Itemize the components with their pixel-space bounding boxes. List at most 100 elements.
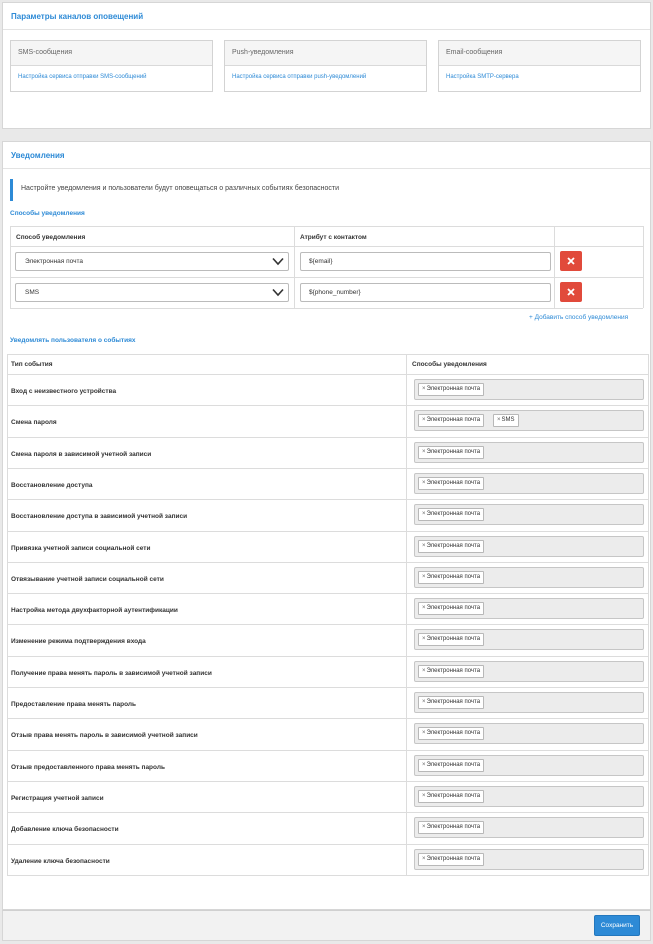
remove-tag-icon[interactable]: × [422, 605, 426, 611]
event-type-label: Получение права менять пароль в зависимо… [11, 669, 212, 677]
save-button[interactable]: Сохранить [594, 915, 640, 936]
remove-tag-icon[interactable]: × [422, 511, 426, 517]
event-methods-multiselect[interactable]: ×Электронная почта [414, 504, 644, 526]
method-tag[interactable]: ×Электронная почта [418, 602, 485, 616]
remove-tag-icon[interactable]: × [422, 574, 426, 580]
event-methods-multiselect[interactable]: ×Электронная почта [414, 535, 644, 557]
event-type-label: Смена пароля [11, 419, 57, 427]
method-select-email[interactable]: Электронная почта [15, 252, 289, 271]
method-select-value: SMS [25, 289, 40, 296]
method-tag-label: Электронная почта [426, 542, 481, 549]
method-tag[interactable]: ×Электронная почта [418, 383, 485, 396]
method-tag-label: Электронная почта [426, 479, 481, 486]
remove-tag-icon[interactable]: × [422, 480, 426, 486]
push-channel-card: Push-уведомления Настройка сервиса отпра… [224, 40, 427, 92]
method-tag-label: Электронная почта [426, 511, 481, 518]
channels-panel-header: Параметры каналов оповещений [3, 3, 650, 30]
method-tag[interactable]: ×Электронная почта [418, 664, 485, 678]
chevron-down-icon [272, 288, 284, 297]
method-tag[interactable]: ×Электронная почта [418, 633, 485, 647]
event-methods-multiselect[interactable]: ×Электронная почта [414, 598, 644, 620]
attr-input-sms[interactable]: ${phone_number} [300, 283, 551, 302]
table-row: Отвязывание учетной записи социальной се… [7, 561, 649, 593]
method-tag[interactable]: ×SMS [493, 414, 519, 428]
event-methods-multiselect[interactable]: ×Электронная почта [414, 629, 644, 651]
event-methods-multiselect[interactable]: ×Электронная почта [414, 785, 644, 807]
close-icon [567, 288, 575, 296]
remove-tag-icon[interactable]: × [422, 793, 426, 799]
event-methods-multiselect[interactable]: ×Электронная почта [414, 660, 644, 682]
remove-tag-icon[interactable]: × [422, 636, 426, 642]
method-tag[interactable]: ×Электронная почта [418, 508, 485, 522]
event-methods-multiselect[interactable]: ×Электронная почта [414, 472, 644, 494]
method-tag[interactable]: ×Электронная почта [418, 414, 485, 428]
event-methods-multiselect[interactable]: ×Электронная почта [414, 379, 644, 400]
event-methods-multiselect[interactable]: ×Электронная почта [414, 848, 644, 870]
remove-tag-icon[interactable]: × [422, 668, 426, 674]
delete-method-button[interactable] [560, 251, 582, 271]
method-tag[interactable]: ×Электронная почта [418, 570, 485, 584]
remove-tag-icon[interactable]: × [422, 543, 426, 549]
table-row: Восстановление доступа в зависимой учетн… [7, 499, 649, 530]
method-tag[interactable]: ×Электронная почта [418, 758, 485, 772]
method-tag-label: Электронная почта [426, 636, 481, 643]
close-icon [567, 257, 575, 265]
remove-tag-icon[interactable]: × [422, 417, 426, 423]
delete-method-button[interactable] [560, 282, 582, 302]
table-row: Смена пароля в зависимой учетной записи ×… [7, 436, 649, 468]
method-select-sms[interactable]: SMS [15, 283, 289, 302]
method-tag[interactable]: ×Электронная почта [418, 696, 485, 709]
table-row: Восстановление доступа ×Электронная почта [7, 467, 649, 499]
event-methods-multiselect[interactable]: ×Электронная почта [414, 723, 644, 745]
method-tag[interactable]: ×Электронная почта [418, 852, 485, 866]
add-method-link[interactable]: + Добавить способ уведомления [529, 314, 628, 321]
remove-tag-icon[interactable]: × [422, 449, 426, 455]
table-row: Вход с неизвестного устройства ×Электронн… [7, 374, 649, 405]
remove-tag-icon[interactable]: × [422, 699, 426, 705]
email-channel-card: Email-сообщения Настройка SMTP-сервера [438, 40, 641, 92]
event-type-label: Изменение режима подтверждения входа [11, 638, 146, 646]
event-type-label: Привязка учетной записи социальной сети [11, 544, 151, 552]
method-tag[interactable]: ×Электронная почта [418, 539, 485, 553]
remove-tag-icon[interactable]: × [497, 417, 501, 423]
remove-tag-icon[interactable]: × [422, 386, 426, 392]
event-methods-multiselect[interactable]: ×Электронная почта [414, 566, 644, 588]
method-tag-label: Электронная почта [426, 573, 481, 580]
remove-tag-icon[interactable]: × [422, 762, 426, 768]
col-event-methods-header: Способы уведомления [412, 361, 487, 368]
notifications-panel: Уведомления Настройте уведомления и поль… [2, 141, 651, 910]
method-tag[interactable]: ×Электронная почта [418, 789, 485, 803]
method-tag[interactable]: ×Электронная почта [418, 476, 485, 490]
method-tag[interactable]: ×Электронная почта [418, 445, 485, 459]
table-row: Настройка метода двухфакторной аутентифи… [7, 593, 649, 624]
notifications-panel-title: Уведомления [11, 151, 65, 160]
event-methods-multiselect[interactable]: ×Электронная почта ×SMS [414, 410, 644, 432]
sms-settings-link[interactable]: Настройка сервиса отправки SMS-сообщений [11, 66, 212, 80]
event-methods-multiselect[interactable]: ×Электронная почта [414, 441, 644, 463]
attr-input-email[interactable]: ${email} [300, 252, 551, 271]
method-tag-label: Электронная почта [426, 792, 481, 799]
chevron-down-icon [272, 257, 284, 266]
method-select-value: Электронная почта [25, 258, 84, 265]
table-row: Удаление ключа безопасности ×Электронная … [7, 843, 649, 875]
table-row: Регистрация учетной записи ×Электронная п… [7, 780, 649, 812]
remove-tag-icon[interactable]: × [422, 730, 426, 736]
event-methods-multiselect[interactable]: ×Электронная почта [414, 817, 644, 839]
event-methods-multiselect[interactable]: ×Электронная почта [414, 692, 644, 713]
method-tag[interactable]: ×Электронная почта [418, 727, 485, 741]
event-type-label: Настройка метода двухфакторной аутентифи… [11, 607, 178, 615]
remove-tag-icon[interactable]: × [422, 824, 426, 830]
channels-panel-title: Параметры каналов оповещений [11, 12, 144, 21]
smtp-settings-link[interactable]: Настройка SMTP-сервера [439, 66, 640, 80]
remove-tag-icon[interactable]: × [422, 856, 426, 862]
col-attr-header: Атрибут с контактом [300, 234, 367, 241]
method-tag-label: Электронная почта [426, 855, 481, 862]
methods-heading: Способы уведомления [10, 210, 85, 217]
event-type-label: Предоставление права менять пароль [11, 701, 137, 708]
col-method-header: Способ уведомления [16, 234, 86, 241]
event-methods-multiselect[interactable]: ×Электронная почта [414, 754, 644, 776]
method-tag[interactable]: ×Электронная почта [418, 821, 485, 835]
push-settings-link[interactable]: Настройка сервиса отправки push-уведомле… [225, 66, 426, 80]
table-row: Смена пароля ×Электронная почта ×SMS [7, 405, 649, 436]
notifications-panel-header: Уведомления [3, 142, 650, 169]
